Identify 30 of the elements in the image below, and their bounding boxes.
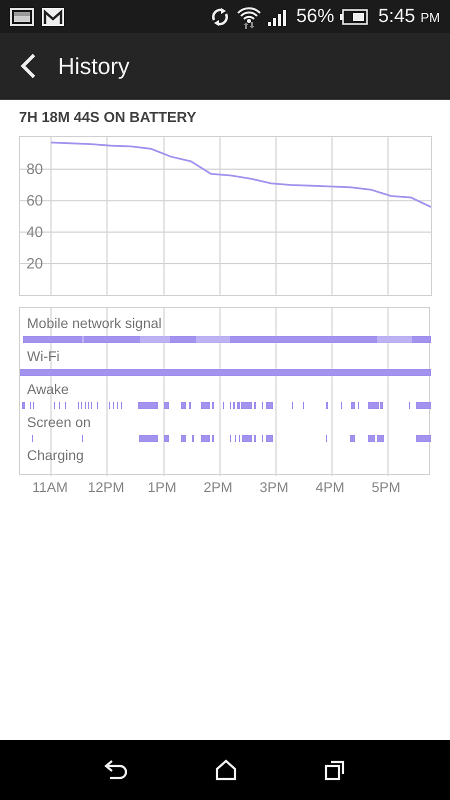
back-icon[interactable] [20,53,36,79]
battery-icon [340,8,368,24]
axis-label: 60 [26,192,43,210]
home-icon[interactable] [214,759,237,781]
timeline-label: Awake [26,380,69,399]
time-label: 1PM [146,478,178,497]
clock-period: PM [420,10,440,24]
wifi-icon [236,4,262,28]
time-label: 2PM [202,478,234,497]
timeline-label: Mobile network signal [26,314,162,333]
battery-duration: 7H 18M 44S ON BATTERY [19,110,198,128]
axis-label: 20 [26,256,43,273]
gallery-icon [10,8,34,26]
timeline-label: Screen on [26,413,91,432]
axis-label: 80 [26,161,43,178]
time-label: 12PM [86,478,126,497]
battery-percent: 56% [296,6,334,28]
time-label: 4PM [314,478,346,497]
clock-time: 5:45 [378,6,416,26]
back-icon[interactable] [104,759,128,781]
time-label: 5PM [370,478,402,497]
mail-icon [42,8,64,26]
recents-icon[interactable] [324,759,346,781]
sync-icon [210,6,230,26]
time-label: 11AM [31,478,69,497]
timeline-label: Charging [26,446,84,465]
time-label: 3PM [258,478,290,497]
axis-label: 40 [26,224,43,242]
timeline-label: Wi-Fi [26,347,60,366]
screen-title: History [58,52,130,80]
